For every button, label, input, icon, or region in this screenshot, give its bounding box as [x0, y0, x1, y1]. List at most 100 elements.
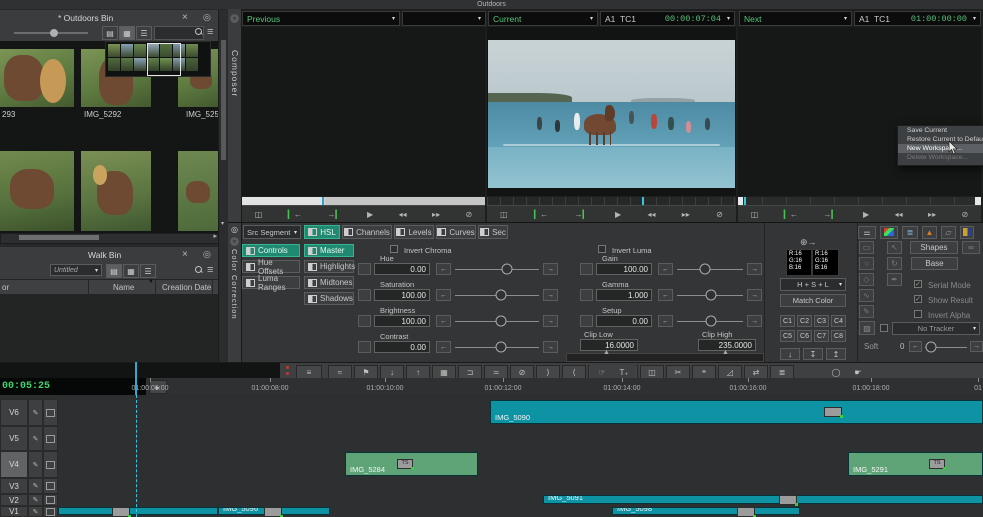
hamburger-menu-icon[interactable]: ≡ — [207, 264, 213, 276]
cc-group-controls[interactable]: Controls — [242, 244, 300, 257]
brightness-value[interactable]: 100.00 — [374, 315, 430, 327]
shapes-button[interactable]: Shapes — [910, 241, 958, 254]
lasso-shape-tool[interactable]: ∿ — [859, 289, 874, 302]
track-lane-v4[interactable] — [58, 451, 983, 479]
close-icon[interactable]: × — [182, 12, 188, 23]
tab-enable-icon[interactable] — [344, 228, 353, 236]
polygon-shape-tool[interactable]: ◇ — [859, 273, 874, 286]
correction-slot-c6[interactable]: C6 — [797, 330, 812, 342]
go-next-event-icon[interactable]: ↑ — [406, 365, 430, 379]
vectorscope-icon[interactable]: ▲ — [922, 226, 937, 239]
column-header[interactable]: Creation Date — [162, 283, 211, 292]
clear-marks-icon[interactable]: ⊘ — [962, 210, 969, 219]
brush-shape-tool[interactable]: ✎ — [859, 305, 874, 318]
hamburger-menu-icon[interactable]: ≡ — [207, 26, 213, 38]
timecode-display[interactable]: 00:05:25 — [0, 378, 146, 395]
hue-enable-button[interactable] — [358, 263, 371, 275]
setup-increase-button[interactable]: → — [747, 315, 762, 327]
bin-horizontal-scrollbar[interactable]: ▸ — [0, 233, 220, 244]
recall-correction-icon-button[interactable]: ↥ — [826, 348, 846, 360]
menu-item[interactable]: Save Current — [898, 126, 983, 135]
video-quality-icon[interactable]: ▦ — [432, 365, 456, 379]
gain-enable-button[interactable] — [580, 263, 593, 275]
mark-out-icon[interactable]: →▎ — [575, 210, 589, 219]
saturation-enable-button[interactable] — [358, 289, 371, 301]
color-output-swatch[interactable]: R:16G:16B:16 — [812, 249, 839, 276]
timewarp-badge[interactable]: TS — [397, 459, 413, 469]
scrollbar-thumb[interactable] — [19, 235, 99, 240]
composer-side-tab[interactable]: × Composer — [228, 9, 242, 222]
next-tracking-menu[interactable]: A1 TC1 01:00:00:00 ▾ — [854, 11, 981, 26]
cc-tab-channels[interactable]: Channels — [342, 225, 392, 239]
disable-icon[interactable]: ⊘ — [510, 365, 534, 379]
close-icon[interactable]: × — [182, 249, 188, 260]
cc-tab-levels[interactable]: Levels — [394, 225, 434, 239]
next-position-bar[interactable] — [738, 197, 981, 205]
text-tool-icon[interactable]: T₊ — [612, 365, 636, 379]
gamma-enable-button[interactable] — [580, 289, 593, 301]
hue-decrease-button[interactable]: ← — [436, 263, 451, 275]
invert-luma-checkbox[interactable] — [598, 245, 606, 253]
script-view-button[interactable]: ▤ — [106, 264, 122, 278]
track-button-v6[interactable]: V6 — [0, 399, 28, 426]
tab-enable-icon[interactable] — [480, 228, 489, 236]
mark-in-icon[interactable]: ▎← — [288, 210, 302, 219]
track-lock-cell[interactable] — [43, 451, 58, 478]
gain-decrease-button[interactable]: ← — [658, 263, 673, 275]
track-monitor-cell[interactable]: ✎ — [28, 506, 43, 517]
timeline-clip-img_5098[interactable]: IMG_5098 — [612, 507, 800, 515]
motion-effect-badge[interactable] — [737, 507, 755, 517]
column-header[interactable]: or — [2, 283, 9, 292]
timewarp-badge[interactable]: TS — [929, 459, 945, 469]
correction-slot-c5[interactable]: C5 — [780, 330, 795, 342]
mark-in-icon[interactable]: ▎← — [534, 210, 548, 219]
current-monitor-menu[interactable]: Current ▾ — [488, 11, 598, 26]
split-screen-icon[interactable]: ◫ — [500, 210, 508, 219]
mark-in-bracket-icon[interactable]: ⟨ — [562, 365, 586, 379]
save-correction-bucket-icon-button[interactable]: ↧ — [803, 348, 823, 360]
color-correction-side-tab[interactable]: ◎ × Color Correction — [228, 223, 242, 363]
clip-thumbnail[interactable] — [178, 151, 218, 231]
gamma-increase-button[interactable]: → — [747, 289, 762, 301]
correction-slot-c7[interactable]: C7 — [814, 330, 829, 342]
track-button-v5[interactable]: V5 — [0, 426, 28, 451]
gain-slider[interactable] — [677, 263, 743, 275]
filmstrip-frame[interactable] — [108, 44, 120, 57]
mark-out-icon[interactable]: →▎ — [327, 210, 341, 219]
filmstrip-frame[interactable] — [134, 58, 146, 71]
play-icon[interactable]: ▶ — [367, 210, 373, 219]
filmstrip-frame[interactable] — [186, 58, 198, 71]
clip-name-label[interactable]: IMG_5292 — [84, 110, 121, 119]
correction-slot-c3[interactable]: C3 — [814, 315, 829, 327]
invert-alpha-checkbox[interactable] — [914, 310, 922, 318]
gamma-value[interactable]: 1.000 — [596, 289, 652, 301]
walk-bin-list-area[interactable] — [0, 294, 218, 362]
track-lock-cell[interactable] — [43, 399, 58, 426]
setup-decrease-button[interactable]: ← — [658, 315, 673, 327]
bin-menu-target-icon[interactable]: ◎ — [203, 249, 211, 260]
filmstrip-frame[interactable] — [121, 44, 133, 57]
clear-marks-icon[interactable]: ⊘ — [466, 210, 473, 219]
timeline-clip-img_5291[interactable]: IMG_5291 — [848, 452, 983, 476]
saturation-increase-button[interactable]: → — [543, 289, 558, 301]
timeline-clip[interactable] — [58, 507, 218, 515]
go-prev-event-icon[interactable]: ↓ — [380, 365, 404, 379]
mark-out-icon[interactable]: →▎ — [823, 210, 837, 219]
enable-icon[interactable] — [308, 279, 317, 287]
rectangle-shape-tool[interactable]: ▭ — [859, 241, 874, 254]
collapse-icon[interactable]: ≣ — [770, 365, 794, 379]
match-type-dropdown[interactable]: H + S + L ▾ — [780, 278, 846, 291]
bin-preset-dropdown[interactable]: Untitled ▾ — [50, 264, 102, 276]
gamma-decrease-button[interactable]: ← — [658, 289, 673, 301]
dual-split-color-icon[interactable] — [960, 226, 974, 239]
enable-icon[interactable] — [246, 279, 255, 287]
trim-mode-icon[interactable]: ⌖ — [692, 365, 716, 379]
outdoors-bin-titlebar[interactable]: * Outdoors Bin × ◎ — [0, 10, 218, 25]
select-arrow-tool[interactable]: ↖ — [887, 241, 902, 254]
correction-slot-c4[interactable]: C4 — [831, 315, 846, 327]
mark-out-bracket-icon[interactable]: ⟩ — [536, 365, 560, 379]
column-divider[interactable] — [155, 280, 156, 295]
cc-group-luma-ranges[interactable]: Luma Ranges — [242, 276, 300, 289]
contrast-increase-button[interactable]: → — [543, 341, 558, 353]
clip-high-marker-icon[interactable]: ▲ — [722, 349, 729, 356]
